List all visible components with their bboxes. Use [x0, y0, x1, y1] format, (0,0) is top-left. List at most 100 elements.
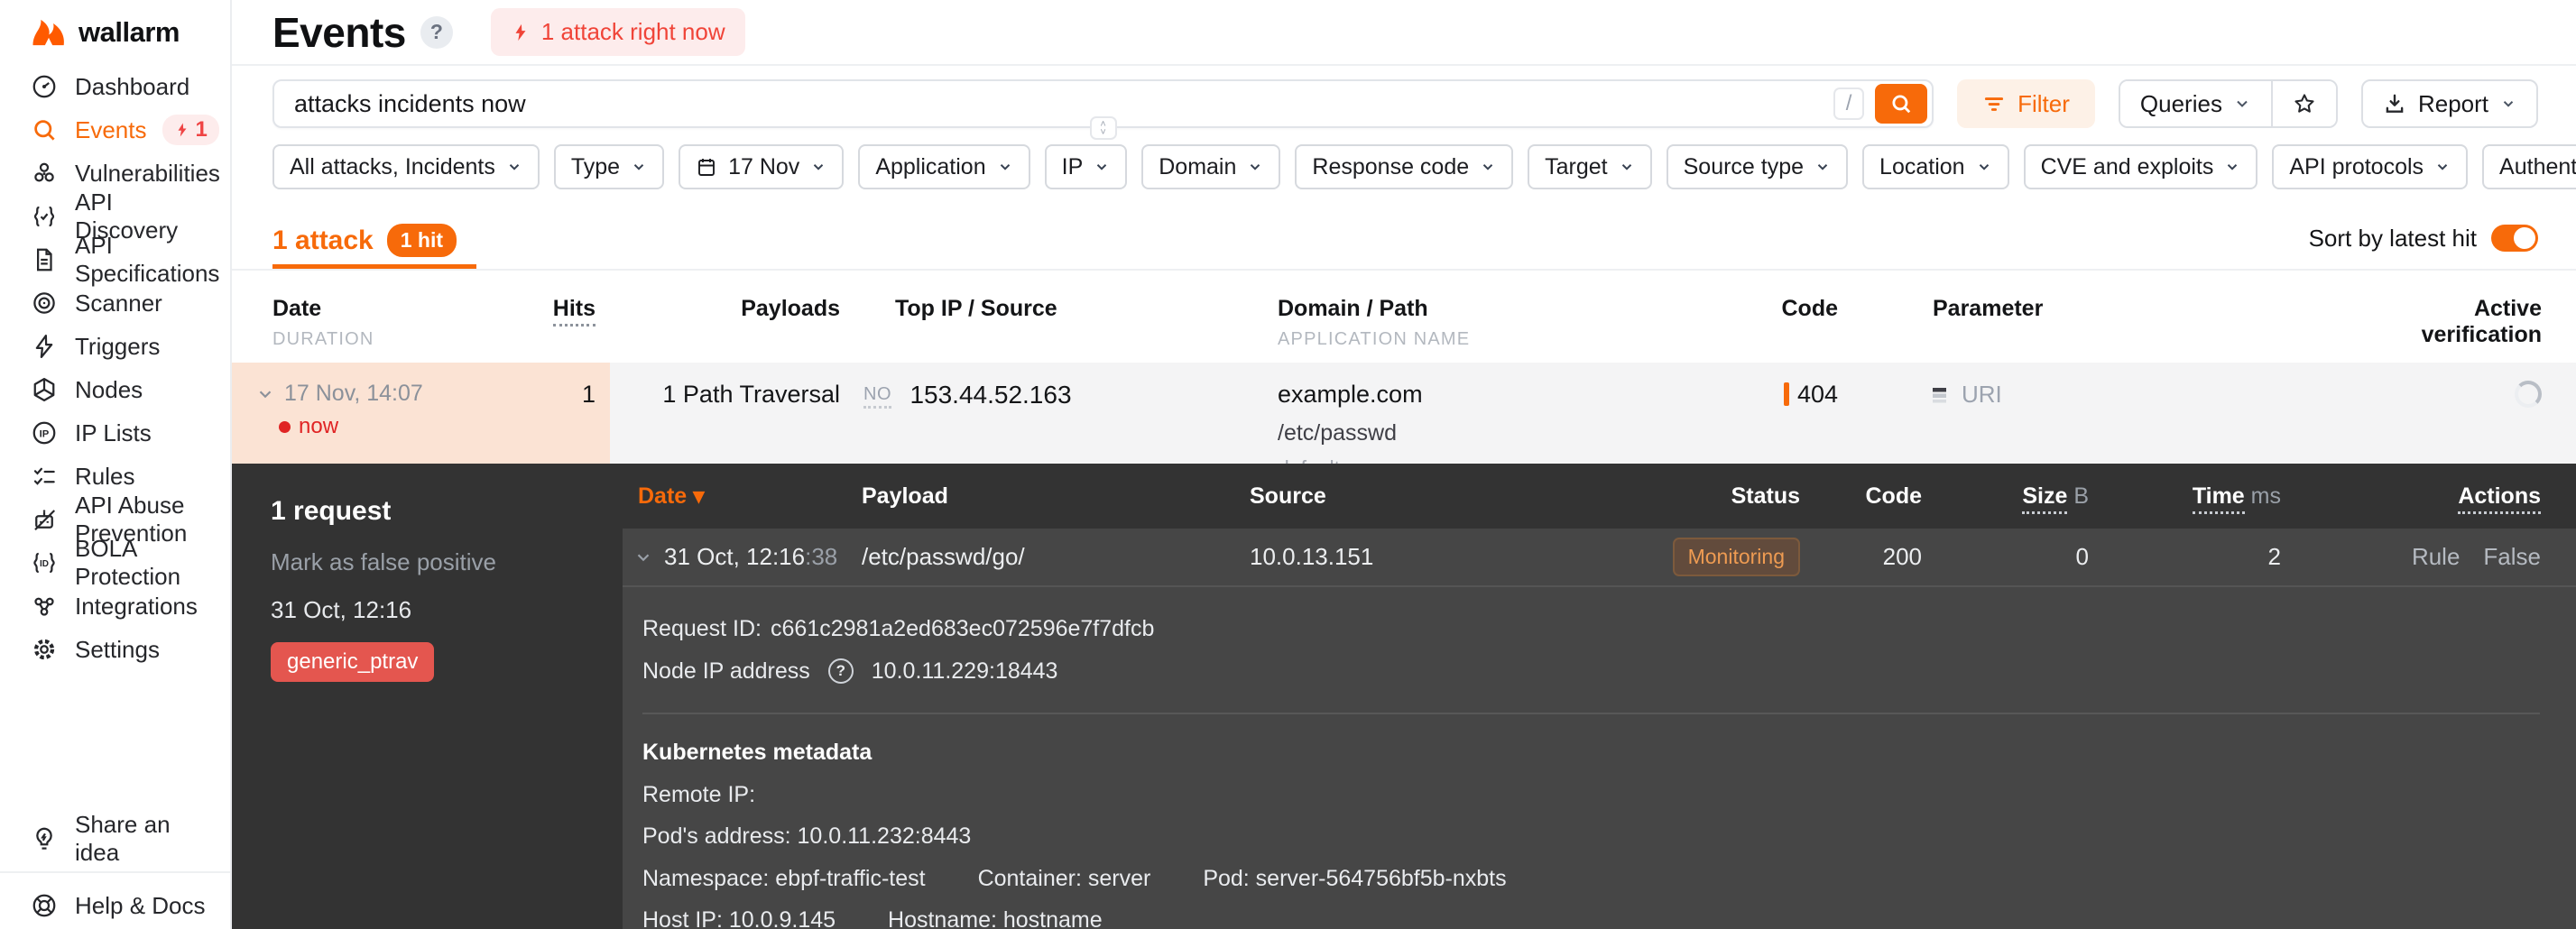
page-header: Events ? 1 attack right now: [232, 0, 2576, 66]
detail-summary: 1 request Mark as false positive 31 Oct,…: [232, 464, 623, 929]
request-date: 31 Oct, 12:16: [664, 543, 806, 570]
col-code: Code: [1781, 296, 1839, 321]
attack-live-status: now: [299, 414, 339, 438]
filter-chip-date-range[interactable]: 17 Nov: [679, 144, 845, 189]
sidebar-footer: Share an idea Help & Docs: [0, 811, 230, 929]
filter-chip-target[interactable]: Target: [1528, 144, 1652, 189]
request-time: 2: [2267, 543, 2281, 570]
chevron-down-icon: [2503, 101, 2514, 107]
star-icon: [2294, 94, 2314, 113]
sidebar: wallarm Dashboard Events 1 Vulnerabiliti…: [0, 0, 232, 929]
request-size: 0: [2075, 543, 2089, 570]
rule-action-link[interactable]: Rule: [2412, 543, 2460, 571]
col-hits: Hits: [507, 296, 610, 350]
sidebar-item-dashboard[interactable]: Dashboard: [0, 65, 230, 108]
filter-chip-source-type[interactable]: Source type: [1666, 144, 1849, 189]
svg-text:ID: ID: [40, 559, 49, 569]
help-and-docs-button[interactable]: Help & Docs: [0, 882, 230, 929]
chevron-expand-icon: [259, 390, 272, 398]
mark-false-positive-link[interactable]: Mark as false positive: [271, 548, 623, 576]
sidebar-item-label: Integrations: [75, 592, 198, 620]
sidebar-item-ip-lists[interactable]: IP IP Lists: [0, 411, 230, 455]
request-row[interactable]: 31 Oct, 12:16:38 /etc/passwd/go/ 10.0.13…: [623, 529, 2576, 587]
event-detail-panel: 1 request Mark as false positive 31 Oct,…: [232, 464, 2576, 929]
hit-count-badge: 1 hit: [386, 224, 457, 257]
filter-chip-attack-type[interactable]: All attacks, Incidents: [272, 144, 540, 189]
request-source: 10.0.13.151: [1250, 543, 1374, 570]
node-ip-line: Node IP address ? 10.0.11.229:18443: [642, 657, 2540, 686]
sidebar-item-label: Nodes: [75, 375, 143, 403]
filter-chip-application[interactable]: Application: [858, 144, 1030, 189]
queries-button[interactable]: Queries: [2119, 81, 2271, 126]
request-seconds: :38: [805, 543, 838, 570]
attack-table-row[interactable]: 17 Nov, 14:07 now 1 1 Path Traversal NO …: [232, 363, 2576, 481]
sidebar-item-nodes[interactable]: Nodes: [0, 368, 230, 411]
help-and-docs-label: Help & Docs: [75, 891, 206, 919]
report-button[interactable]: Report: [2360, 79, 2538, 128]
chevron-down-icon: [2237, 100, 2248, 107]
kubernetes-metadata-title: Kubernetes metadata: [642, 740, 873, 765]
request-col-date[interactable]: Date ▾: [623, 483, 862, 510]
search-box: / ˄˅: [272, 79, 1934, 140]
sidebar-item-label: Dashboard: [75, 72, 190, 100]
hits-sort-header[interactable]: Hits: [552, 296, 596, 327]
sidebar-item-triggers[interactable]: Triggers: [0, 325, 230, 368]
lightning-icon: [178, 123, 186, 137]
sidebar-item-label: Triggers: [75, 332, 161, 360]
sidebar-item-scanner[interactable]: Scanner: [0, 281, 230, 325]
search-expand-handle[interactable]: ˄ ˅: [1089, 116, 1117, 140]
request-col-actions: Actions: [2281, 483, 2576, 514]
filter-chip-type[interactable]: Type: [553, 144, 665, 189]
node-ip-help-icon[interactable]: ?: [827, 658, 854, 684]
false-action-link[interactable]: False: [2483, 543, 2541, 571]
tor-badge: NO: [863, 384, 891, 409]
tab-attacks[interactable]: 1 attack 1 hit: [272, 216, 477, 269]
filter-chip-cve-exploits[interactable]: CVE and exploits: [2023, 144, 2258, 189]
page-help-icon[interactable]: ?: [420, 15, 453, 49]
sidebar-item-api-specifications[interactable]: API Specifications: [0, 232, 230, 287]
request-payload: /etc/passwd/go/: [862, 543, 1025, 570]
request-col-size: Size B: [1922, 483, 2089, 514]
chevron-down-icon: [1482, 164, 1493, 170]
sort-by-latest-hit-toggle[interactable]: [2491, 225, 2538, 252]
sidebar-item-integrations[interactable]: Integrations: [0, 584, 230, 628]
chevron-down-icon: [1817, 164, 1828, 170]
request-id-line: Request ID: c661c2981a2ed683ec072596e7f7…: [642, 614, 2540, 644]
share-an-idea-label: Share an idea: [75, 811, 171, 866]
verification-spinner-icon: [2515, 381, 2542, 408]
filter-chip-ip[interactable]: IP: [1044, 144, 1128, 189]
filter-chip-location[interactable]: Location: [1862, 144, 2009, 189]
favorite-queries-button[interactable]: [2270, 81, 2336, 126]
filter-chip-api-protocols[interactable]: API protocols: [2272, 144, 2469, 189]
path: /etc/passwd: [1278, 420, 1398, 446]
filter-button[interactable]: Filter: [1957, 79, 2095, 128]
detail-divider: [642, 713, 2540, 714]
page-title: Events: [272, 8, 406, 56]
attack-type-tag[interactable]: generic_ptrav: [271, 642, 435, 682]
node-ip-value: 10.0.11.229:18443: [871, 658, 1058, 684]
parameter-stack-icon: [1933, 387, 1946, 402]
lightning-outline-icon: [29, 333, 60, 360]
filter-chip-domain[interactable]: Domain: [1141, 144, 1281, 189]
request-col-source: Source: [1250, 483, 1326, 509]
search-input[interactable]: [294, 89, 1834, 118]
attack-count-label: 1 attack: [272, 225, 374, 255]
wallarm-logo[interactable]: wallarm: [0, 0, 230, 65]
sidebar-item-settings[interactable]: Settings: [0, 628, 230, 671]
dashboard-icon: [29, 73, 60, 100]
sidebar-item-label: Events: [75, 115, 147, 143]
attack-table-header: Date DURATION Hits Payloads Top IP / Sou…: [232, 271, 2576, 363]
filter-chip-response-code[interactable]: Response code: [1295, 144, 1514, 189]
sidebar-item-bola-protection[interactable]: ID BOLA Protection: [0, 535, 230, 590]
hexagon-icon: [29, 376, 60, 403]
live-dot: [279, 420, 291, 433]
search-button[interactable]: [1875, 84, 1928, 124]
share-an-idea-button[interactable]: Share an idea: [0, 811, 230, 866]
filter-chip-authentication[interactable]: Authentication: [2482, 144, 2576, 189]
pod-address-line: Pod's address: 10.0.11.232:8443: [642, 823, 972, 849]
request-col-code: Code: [1865, 483, 1923, 509]
attack-alert-badge[interactable]: 1 attack right now: [490, 8, 745, 56]
checklist-icon: [29, 463, 60, 490]
request-count: 1 request: [271, 496, 392, 526]
sidebar-item-events[interactable]: Events 1: [0, 108, 230, 152]
